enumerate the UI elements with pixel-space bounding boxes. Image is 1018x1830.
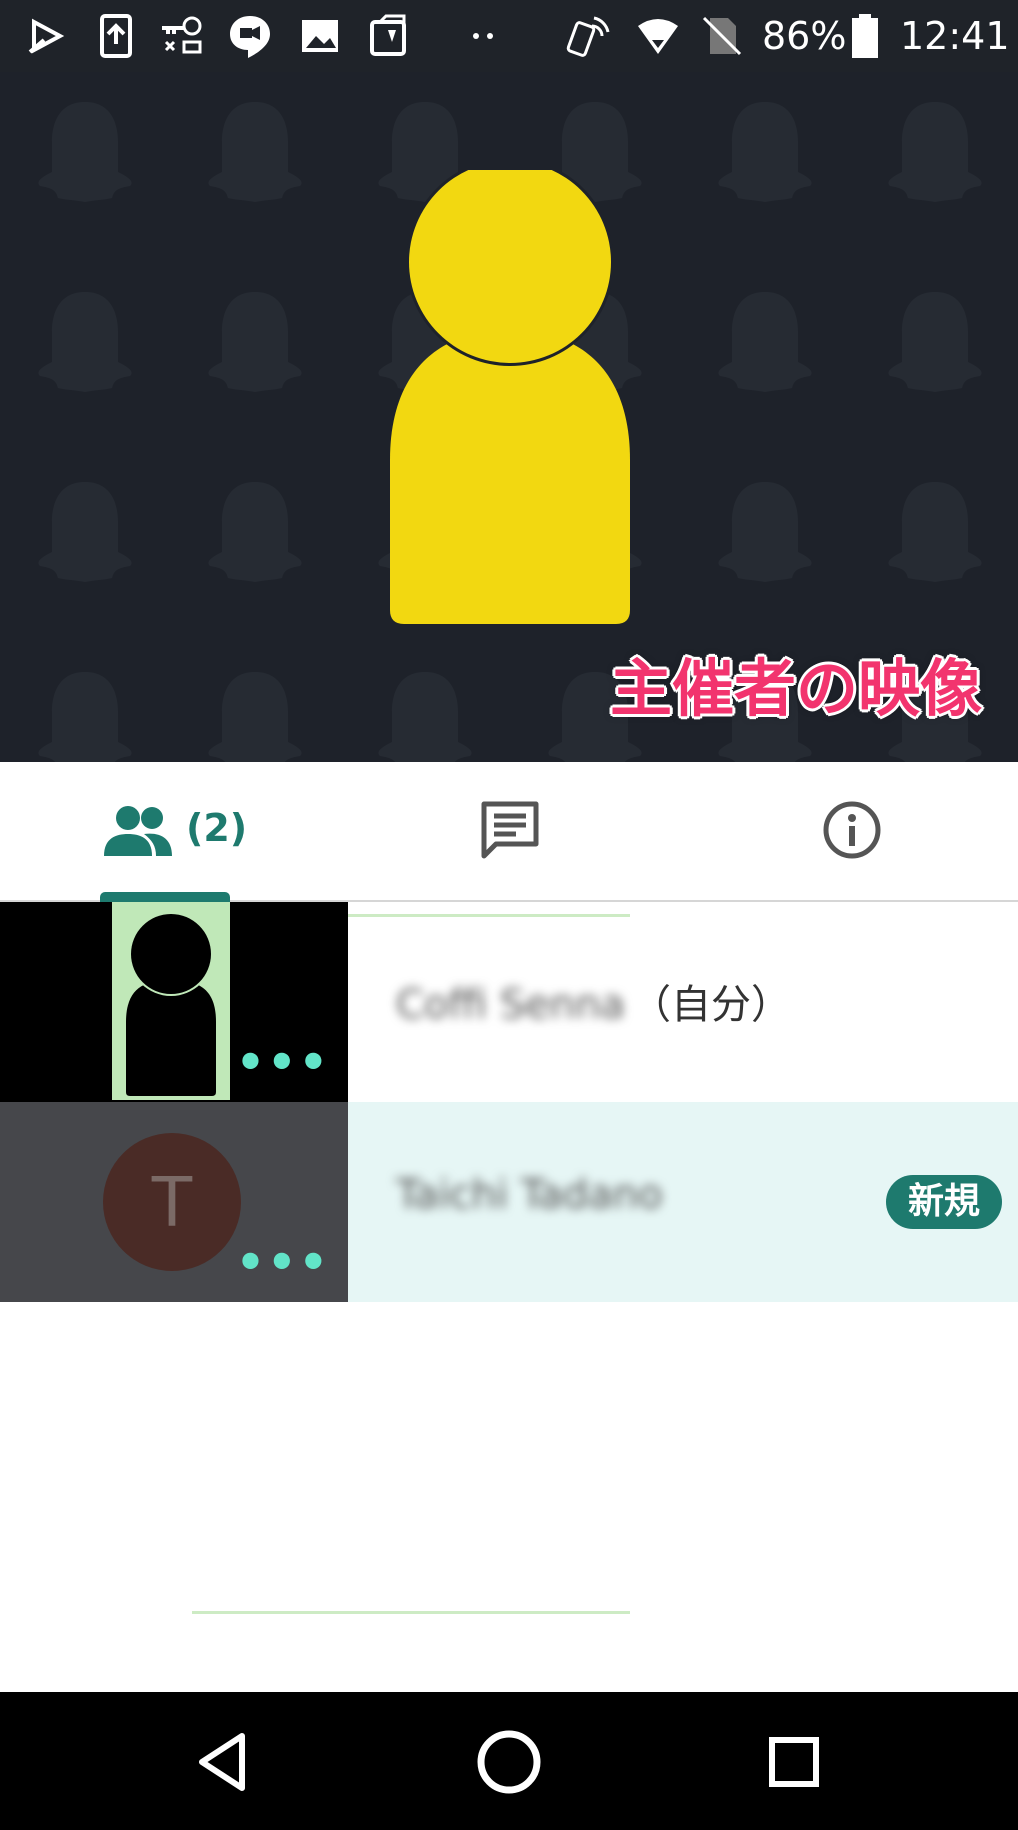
chat-icon: [481, 801, 539, 859]
tab-bar: (2): [0, 762, 1018, 902]
participant-name: Coffi Senna （自分）: [396, 972, 791, 1030]
more-notifications-icon: [473, 33, 493, 39]
info-icon: [823, 801, 881, 859]
people-count: (2): [186, 806, 248, 850]
back-icon[interactable]: [180, 1720, 264, 1804]
divider-line: [192, 1611, 630, 1614]
active-tab-indicator: [100, 892, 230, 902]
clock: 12:41: [900, 14, 1010, 58]
participant-row[interactable]: T ••• Taichi Tadano 新規: [0, 1102, 1018, 1302]
tab-people[interactable]: (2): [0, 762, 340, 902]
tab-chat[interactable]: [340, 762, 680, 900]
participant-name-text: Taichi Tadano: [396, 1172, 663, 1218]
new-badge: 新規: [885, 1175, 1002, 1229]
host-avatar-placeholder: [390, 170, 630, 624]
battery-icon: [852, 14, 878, 58]
play-store-icon: [28, 18, 65, 54]
upload-icon: [100, 14, 132, 58]
people-icon: [104, 806, 172, 856]
more-options-icon[interactable]: •••: [236, 1239, 330, 1285]
no-sim-icon: [702, 16, 742, 56]
tab-info[interactable]: [680, 762, 1018, 900]
vpn-key-icon: [162, 16, 202, 54]
home-icon[interactable]: [467, 1720, 551, 1804]
navigation-bar: [0, 1692, 1018, 1830]
avatar-silhouette-icon: [126, 912, 216, 1096]
video-caption: 主催者の映像: [609, 652, 982, 725]
participant-thumbnail: •••: [0, 902, 348, 1102]
clipboard-icon: [370, 14, 406, 56]
self-label: （自分）: [631, 982, 792, 1028]
participant-thumbnail: T •••: [0, 1102, 348, 1302]
divider-line: [348, 914, 630, 917]
status-bar: 86% 12:41: [0, 0, 1018, 72]
participant-row-self[interactable]: ••• Coffi Senna （自分）: [0, 902, 1018, 1102]
main-video-feed[interactable]: 主催者の映像: [0, 72, 1018, 762]
thumbnail-feed: [112, 902, 230, 1100]
hangouts-icon: [230, 16, 270, 58]
participant-name: Taichi Tadano: [396, 1172, 663, 1218]
gallery-icon: [302, 20, 338, 52]
battery-percentage: 86%: [762, 14, 847, 58]
avatar: T: [103, 1133, 241, 1271]
more-options-icon[interactable]: •••: [236, 1039, 330, 1085]
nfc-phone-icon: [566, 16, 610, 57]
wifi-icon: [638, 19, 678, 54]
participant-name-text: Coffi Senna: [396, 982, 626, 1028]
recents-icon[interactable]: [752, 1720, 836, 1804]
